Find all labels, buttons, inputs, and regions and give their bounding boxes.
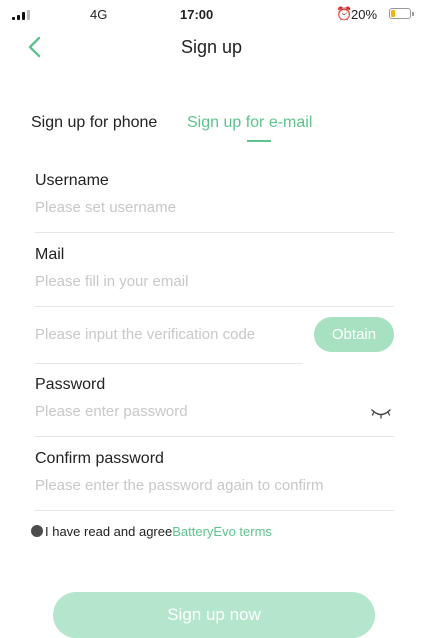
obtain-code-button[interactable]: Obtain xyxy=(314,317,394,352)
divider xyxy=(35,363,303,364)
confirm-password-input[interactable] xyxy=(35,477,394,494)
divider xyxy=(35,232,394,233)
divider xyxy=(35,510,394,511)
tab-email[interactable]: Sign up for e-mail xyxy=(187,114,312,132)
alarm-clock-icon: ⏰ xyxy=(336,6,353,21)
password-label: Password xyxy=(35,376,106,393)
terms-agreement: I have read and agreeBatteryEvo terms xyxy=(31,524,272,539)
divider xyxy=(35,306,394,307)
sign-up-button[interactable]: Sign up now xyxy=(53,592,375,638)
mail-field: Mail xyxy=(35,246,394,290)
password-input[interactable] xyxy=(35,403,355,420)
agree-checkbox[interactable] xyxy=(31,525,43,537)
tab-phone[interactable]: Sign up for phone xyxy=(31,114,157,132)
username-field: Username xyxy=(35,172,394,216)
battery-percent: 20% xyxy=(351,7,378,22)
nav-bar: Sign up xyxy=(0,30,423,64)
clock: 17:00 xyxy=(180,7,214,22)
status-bar: 4G 17:00 ⏰ 20% xyxy=(0,0,423,30)
verification-code-input[interactable] xyxy=(35,326,305,343)
verification-code-field xyxy=(35,317,305,343)
username-label: Username xyxy=(35,172,109,189)
confirm-password-field: Confirm password xyxy=(35,450,394,494)
confirm-password-label: Confirm password xyxy=(35,450,164,467)
back-chevron-icon[interactable] xyxy=(24,34,50,60)
agree-text: I have read and agree xyxy=(45,524,173,539)
email-input[interactable] xyxy=(35,273,394,290)
terms-link[interactable]: BatteryEvo terms xyxy=(172,524,272,539)
password-field: Password xyxy=(35,376,355,420)
page-title: Sign up xyxy=(180,37,243,57)
divider xyxy=(35,436,394,437)
username-input[interactable] xyxy=(35,199,394,216)
battery-icon xyxy=(389,8,414,19)
mail-label: Mail xyxy=(35,246,65,263)
network-type: 4G xyxy=(90,7,108,22)
active-tab-indicator xyxy=(247,140,271,142)
eye-closed-icon[interactable] xyxy=(370,405,392,421)
signal-strength-icon xyxy=(12,10,34,20)
